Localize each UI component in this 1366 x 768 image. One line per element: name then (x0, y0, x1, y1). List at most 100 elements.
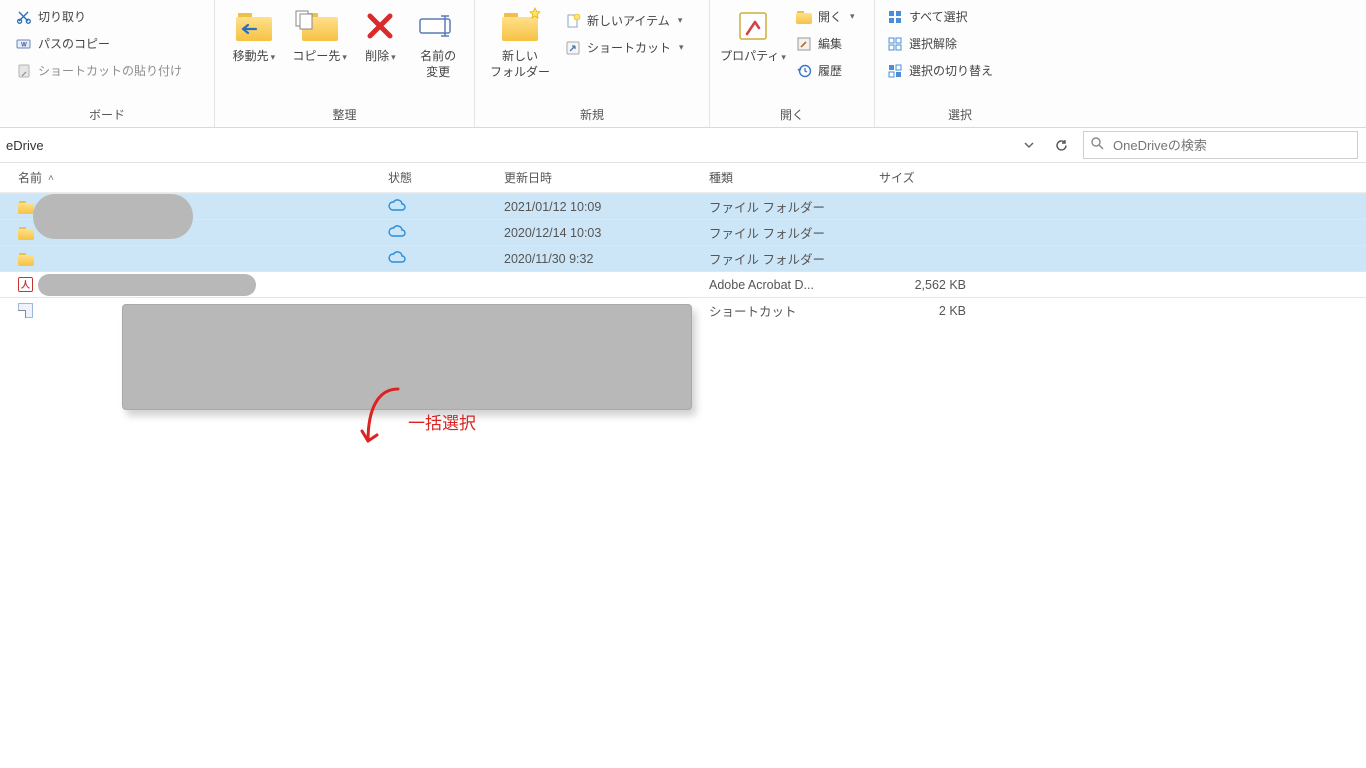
col-header-state[interactable]: 状態 (388, 169, 504, 186)
new-shortcut-label: ショートカット (587, 39, 671, 56)
delete-button[interactable]: 削除 (352, 4, 408, 66)
svg-text:W: W (21, 42, 27, 48)
open-button[interactable]: 開く (790, 6, 861, 27)
pdf-icon: 人 (18, 277, 33, 292)
redaction (38, 274, 256, 296)
select-none-icon (887, 36, 903, 52)
copy-to-button[interactable]: コピー先 (287, 4, 353, 66)
properties-label: プロパティ (720, 48, 786, 64)
ribbon-group-select: すべて選択 選択解除 選択の切り替え 選択 (875, 0, 1045, 127)
annotation-text: 一括選択 (408, 409, 476, 434)
col-header-size[interactable]: サイズ (879, 169, 984, 186)
search-icon (1090, 136, 1105, 154)
scissors-icon (16, 9, 32, 25)
invert-selection-button[interactable]: 選択の切り替え (881, 60, 999, 81)
rename-button[interactable]: 名前の 変更 (408, 4, 468, 82)
table-row[interactable]: 2020/12/14 10:03ファイル フォルダー (0, 219, 1366, 245)
move-to-button[interactable]: 移動先 (221, 4, 287, 66)
properties-icon (733, 6, 773, 46)
table-row[interactable]: 2020/11/30 9:32ファイル フォルダー (0, 245, 1366, 271)
ribbon-group-clipboard-title: ボード (0, 104, 214, 127)
cell-date: 2020/11/30 9:32 (504, 252, 709, 266)
select-none-label: 選択解除 (909, 35, 957, 52)
cell-size: 2,562 KB (879, 278, 984, 292)
shortcut-icon (565, 40, 581, 56)
column-headers: 名前 状態 更新日時 種類 サイズ (0, 163, 1366, 193)
copy-path-button[interactable]: W パスのコピー (10, 33, 188, 54)
search-box[interactable] (1083, 131, 1358, 159)
ribbon-group-new-title: 新規 (475, 104, 709, 127)
new-item-icon (565, 13, 581, 29)
file-pane: 名前 状態 更新日時 種類 サイズ 2021/01/12 10:09ファイル フ… (0, 163, 1366, 323)
new-folder-icon (500, 6, 540, 46)
properties-button[interactable]: プロパティ (716, 4, 790, 66)
ribbon-group-open-title: 開く (710, 104, 874, 127)
folder-icon (18, 226, 34, 240)
paste-shortcut-label: ショートカットの貼り付け (38, 62, 182, 79)
folder-icon (18, 252, 34, 266)
shortcut-file-icon (18, 303, 33, 318)
select-all-label: すべて選択 (909, 8, 968, 25)
cell-size: 2 KB (879, 304, 984, 318)
edit-button[interactable]: 編集 (790, 33, 861, 54)
breadcrumb[interactable]: eDrive (0, 132, 1015, 158)
paste-shortcut-icon (16, 63, 32, 79)
ribbon-group-new: 新しい フォルダー 新しいアイテム ショートカット 新規 (475, 0, 710, 127)
refresh-button[interactable] (1047, 132, 1075, 158)
cell-state (388, 225, 504, 240)
search-input[interactable] (1113, 138, 1351, 153)
ribbon-group-open: プロパティ 開く 編集 履歴 開く (710, 0, 875, 127)
open-icon (796, 9, 812, 25)
pathbar: eDrive (0, 128, 1366, 163)
delete-icon (360, 6, 400, 46)
open-label: 開く (818, 8, 842, 25)
cell-type: ファイル フォルダー (709, 249, 879, 268)
invert-selection-label: 選択の切り替え (909, 62, 993, 79)
cell-type: ファイル フォルダー (709, 197, 879, 216)
cut-label: 切り取り (38, 8, 86, 25)
history-button[interactable]: 履歴 (790, 60, 861, 81)
ribbon-group-organize: 移動先 コピー先 削除 名前の 変更 整理 (215, 0, 475, 127)
new-folder-button[interactable]: 新しい フォルダー (481, 4, 559, 82)
cell-type: Adobe Acrobat D... (709, 278, 879, 292)
ribbon-group-select-title: 選択 (875, 104, 1045, 127)
table-row[interactable]: 2021/01/12 10:09ファイル フォルダー (0, 193, 1366, 219)
copy-to-icon (300, 6, 340, 46)
edit-icon (796, 36, 812, 52)
ribbon-group-clipboard: 切り取り W パスのコピー ショートカットの貼り付け ボード (0, 0, 215, 127)
ribbon-group-organize-title: 整理 (215, 104, 474, 127)
edit-label: 編集 (818, 35, 842, 52)
new-shortcut-button[interactable]: ショートカット (559, 37, 690, 58)
cell-name (18, 252, 388, 266)
select-all-button[interactable]: すべて選択 (881, 6, 999, 27)
copy-path-icon: W (16, 36, 32, 52)
ribbon: 切り取り W パスのコピー ショートカットの貼り付け ボード 移動先 (0, 0, 1366, 128)
move-to-label: 移動先 (233, 48, 276, 64)
cut-button[interactable]: 切り取り (10, 6, 188, 27)
rename-icon (418, 6, 458, 46)
paste-shortcut-button[interactable]: ショートカットの貼り付け (10, 60, 188, 81)
new-item-label: 新しいアイテム (587, 12, 670, 29)
select-none-button[interactable]: 選択解除 (881, 33, 999, 54)
move-to-icon (234, 6, 274, 46)
copy-path-label: パスのコピー (38, 35, 110, 52)
cell-state (388, 199, 504, 214)
redaction (33, 194, 193, 239)
invert-selection-icon (887, 63, 903, 79)
new-item-button[interactable]: 新しいアイテム (559, 10, 690, 31)
redaction (122, 304, 692, 410)
col-header-date[interactable]: 更新日時 (504, 169, 709, 186)
history-label: 履歴 (818, 62, 842, 79)
history-icon (796, 63, 812, 79)
select-all-icon (887, 9, 903, 25)
delete-label: 削除 (365, 48, 396, 64)
copy-to-label: コピー先 (292, 48, 347, 64)
cloud-icon (388, 199, 404, 211)
col-header-name[interactable]: 名前 (18, 169, 388, 186)
cell-type: ショートカット (709, 301, 879, 320)
cloud-icon (388, 251, 404, 263)
cloud-icon (388, 225, 404, 237)
breadcrumb-dropdown[interactable] (1015, 132, 1043, 158)
rename-label: 名前の 変更 (420, 48, 456, 80)
col-header-type[interactable]: 種類 (709, 169, 879, 186)
